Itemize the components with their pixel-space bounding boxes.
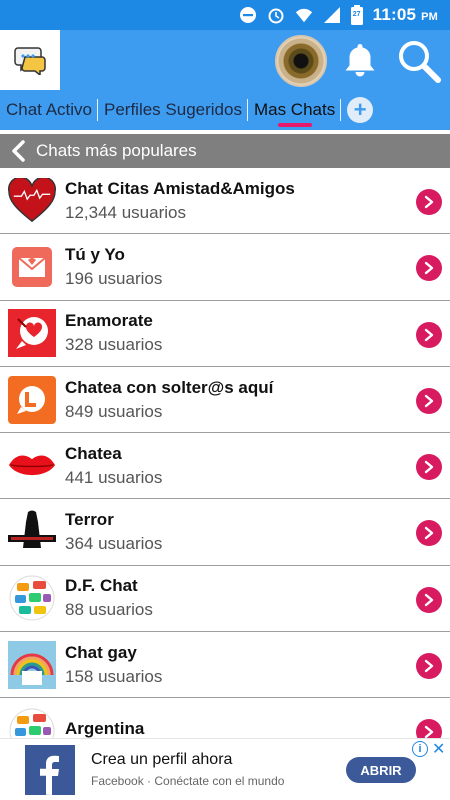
- user-count: 364 usuarios: [65, 534, 163, 554]
- user-count: 88 usuarios: [65, 600, 153, 620]
- chat-name: D.F. Chat: [65, 576, 138, 596]
- chat-name: Chatea con solter@s aquí: [65, 377, 274, 397]
- list-item[interactable]: Tú y Yo 196 usuarios: [0, 234, 450, 301]
- chat-name: Chatea: [65, 443, 122, 463]
- list-item[interactable]: Enamorate 328 usuarios: [0, 301, 450, 367]
- app-bar: [0, 30, 450, 90]
- section-title: Chats más populares: [36, 141, 197, 160]
- add-tab-button[interactable]: +: [347, 97, 374, 123]
- wifi-icon: [295, 6, 313, 24]
- chevron-right-icon: [424, 659, 434, 673]
- section-header: Chats más populares: [0, 134, 450, 168]
- chat-bubbles-icon: [8, 707, 56, 738]
- list-item[interactable]: Chat Citas Amistad&Amigos 12,344 usuario…: [0, 168, 450, 235]
- love-chat-icon: [8, 309, 56, 358]
- ad-subtitle: Facebook · Conéctate con el mundo: [91, 774, 285, 788]
- alarm-icon: [267, 6, 285, 24]
- ad-open-button[interactable]: ABRIR: [346, 757, 416, 783]
- open-chat-button[interactable]: [416, 586, 442, 613]
- do-not-disturb-icon: [239, 6, 257, 24]
- open-chat-button[interactable]: [416, 189, 442, 215]
- search-icon: [399, 41, 441, 83]
- list-item[interactable]: D.F. Chat 88 usuarios: [0, 566, 450, 633]
- chevron-right-icon: [424, 394, 434, 408]
- list-item[interactable]: Argentina: [0, 698, 450, 738]
- user-count: 12,344 usuarios: [65, 202, 186, 222]
- user-count: 328 usuarios: [65, 335, 163, 355]
- list-item[interactable]: Chat gay 158 usuarios: [0, 632, 450, 699]
- ad-close-icon[interactable]: ✕: [432, 739, 445, 759]
- clock-ampm: PM: [421, 11, 438, 23]
- plus-icon: +: [353, 97, 367, 122]
- tab-mas-chats-label: Mas Chats: [253, 100, 336, 119]
- red-heart-icon: [8, 177, 56, 225]
- bell-icon: [345, 44, 375, 77]
- chat-name: Enamorate: [65, 311, 153, 331]
- battery-icon: 27: [350, 5, 363, 25]
- chat-name: Chat gay: [65, 642, 137, 662]
- chat-name: Tú y Yo: [65, 244, 125, 264]
- clock: 11:05 PM: [373, 5, 438, 25]
- chevron-right-icon: [424, 328, 434, 341]
- open-chat-button[interactable]: [416, 653, 442, 680]
- user-count: 849 usuarios: [65, 401, 163, 421]
- chat-bubbles-icon: [8, 574, 56, 622]
- facebook-logo-icon: [25, 745, 75, 795]
- search-button[interactable]: [396, 38, 442, 84]
- tab-perfiles-sugeridos[interactable]: Perfiles Sugeridos: [98, 90, 248, 130]
- tab-bar: Chat Activo Perfiles Sugeridos Mas Chats…: [0, 90, 450, 130]
- lips-icon: [8, 442, 56, 490]
- status-bar: 27 11:05 PM: [0, 0, 450, 30]
- ad-banner[interactable]: Crea un perfil ahora Facebook · Conéctat…: [0, 738, 450, 800]
- chevron-right-icon: [424, 195, 434, 209]
- app-logo[interactable]: [0, 30, 60, 90]
- chevron-right-icon: [424, 460, 434, 474]
- tab-mas-chats[interactable]: Mas Chats: [248, 90, 342, 130]
- ad-info-icon[interactable]: i: [412, 741, 428, 757]
- battery-level: 27: [352, 11, 361, 18]
- chat-list: Chat Citas Amistad&Amigos 12,344 usuario…: [0, 168, 450, 738]
- chat-name: Argentina: [65, 719, 145, 738]
- list-item[interactable]: Terror 364 usuarios: [0, 499, 450, 566]
- chat-name: Chat Citas Amistad&Amigos: [65, 178, 295, 198]
- user-count: 158 usuarios: [65, 666, 163, 686]
- l-chat-icon: [8, 375, 56, 424]
- list-item[interactable]: Chatea 441 usuarios: [0, 433, 450, 500]
- user-count: 196 usuarios: [65, 268, 163, 288]
- rainbow-icon: [8, 640, 56, 689]
- profile-avatar[interactable]: [275, 35, 327, 87]
- chat-name: Terror: [65, 510, 114, 530]
- chevron-right-icon: [424, 593, 434, 606]
- list-item[interactable]: Chatea con solter@s aquí 849 usuarios: [0, 367, 450, 434]
- chevron-left-icon: [12, 140, 25, 162]
- user-count: 441 usuarios: [65, 467, 163, 487]
- clock-time: 11:05: [372, 5, 417, 24]
- chevron-right-icon: [424, 726, 434, 738]
- chat-bubble-logo-icon: [14, 47, 46, 75]
- active-tab-indicator: [277, 123, 312, 127]
- open-chat-button[interactable]: [416, 719, 442, 738]
- back-button[interactable]: [0, 140, 36, 162]
- tab-chat-activo[interactable]: Chat Activo: [0, 90, 98, 130]
- chevron-right-icon: [424, 527, 434, 540]
- ad-title: Crea un perfil ahora: [91, 751, 233, 768]
- open-chat-button[interactable]: [416, 321, 442, 348]
- signal-icon: [323, 6, 341, 24]
- notifications-button[interactable]: [340, 40, 380, 80]
- terror-figure-icon: [8, 508, 56, 557]
- open-chat-button[interactable]: [416, 387, 442, 414]
- envelope-icon: [8, 243, 56, 291]
- chevron-right-icon: [424, 262, 434, 275]
- open-chat-button[interactable]: [416, 454, 442, 481]
